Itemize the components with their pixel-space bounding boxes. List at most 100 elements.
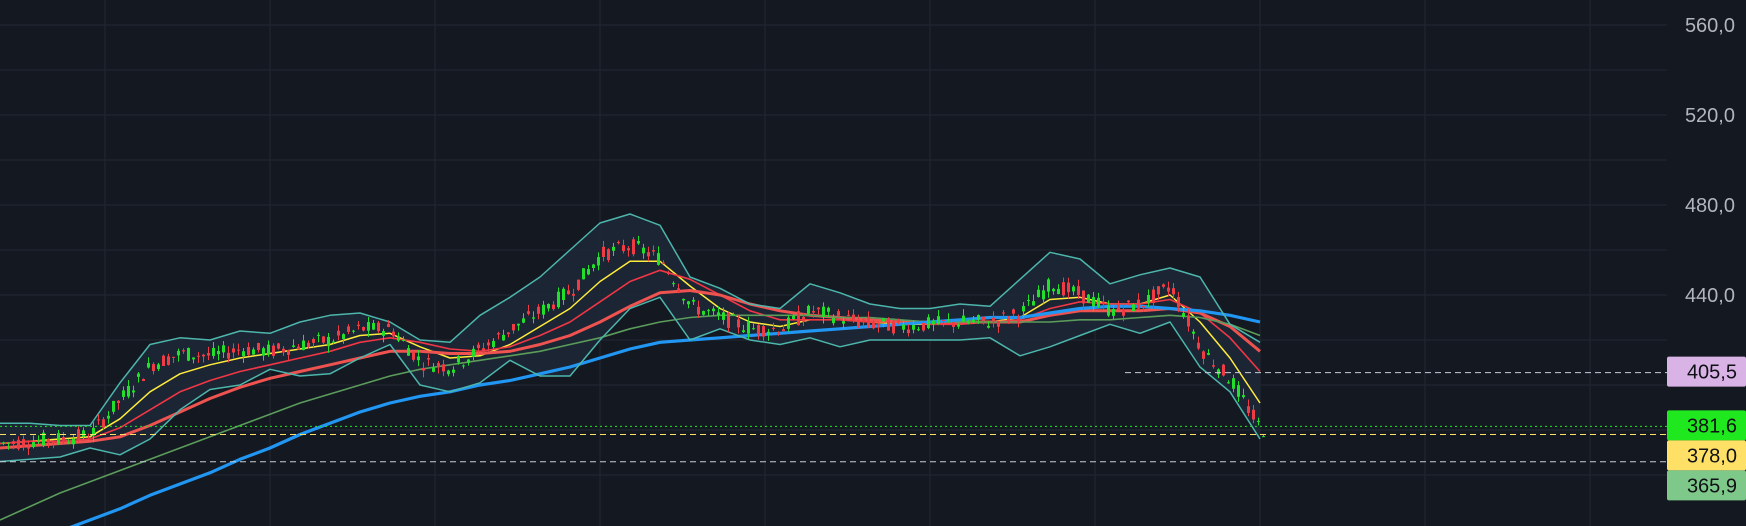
candle-body <box>917 329 920 331</box>
candle-body <box>1142 306 1145 308</box>
candle-body <box>142 378 145 382</box>
chart[interactable]: 560,0 520,0 480,0 440,0 405,5 381,6 378,0 365,… <box>0 0 1746 526</box>
candle-body <box>507 332 510 335</box>
candle-body <box>1112 309 1115 316</box>
candle-body <box>1212 365 1215 367</box>
candle-body <box>447 370 450 375</box>
candle-body <box>982 316 985 321</box>
candle-body <box>782 329 785 332</box>
candle-body <box>1127 300 1130 303</box>
candle-body <box>792 315 795 320</box>
candle-body <box>1147 294 1150 304</box>
candle-body <box>417 356 420 361</box>
candle-body <box>547 303 550 309</box>
candle-body <box>162 355 165 366</box>
candle-body <box>567 290 570 295</box>
candle-body <box>732 314 735 316</box>
candle-body <box>377 322 380 332</box>
candle-body <box>1032 301 1035 306</box>
candle-body <box>37 439 40 442</box>
candle-body <box>407 348 410 356</box>
candle-body <box>947 319 950 321</box>
candle-body <box>572 293 575 296</box>
candle-body <box>177 350 180 356</box>
candle-body <box>527 311 530 314</box>
candle-body <box>1002 312 1005 314</box>
candle-body <box>857 320 860 327</box>
candle-body <box>437 362 440 368</box>
candle-body <box>972 319 975 323</box>
candle-body <box>932 320 935 325</box>
candle-body <box>27 446 30 449</box>
candle-body <box>1042 290 1045 300</box>
candle-body <box>432 367 435 372</box>
candle-body <box>922 322 925 331</box>
candle-body <box>657 253 660 265</box>
candle-body <box>382 331 385 336</box>
candle-body <box>827 307 830 312</box>
candle-body <box>492 340 495 348</box>
candle-body <box>1157 286 1160 295</box>
candle-body <box>1082 290 1085 304</box>
candle-body <box>822 306 825 317</box>
candle-body <box>992 317 995 322</box>
candle-body <box>647 252 650 257</box>
candle-body <box>77 429 80 440</box>
candle-body <box>422 368 425 371</box>
candle-body <box>662 262 665 264</box>
candle-body <box>272 345 275 356</box>
candle-body <box>282 348 285 353</box>
candle-body <box>257 343 260 351</box>
candle-body <box>532 317 535 319</box>
candle-body <box>1262 436 1265 438</box>
candle-body <box>287 350 290 355</box>
candle-body <box>402 339 405 341</box>
candle-body <box>1152 289 1155 304</box>
candle-body <box>1242 395 1245 398</box>
candle-body <box>887 318 890 331</box>
y-axis[interactable]: 560,0 520,0 480,0 440,0 <box>1685 15 1735 307</box>
candle-body <box>1037 289 1040 298</box>
candle-body <box>1092 297 1095 307</box>
candle-body <box>752 328 755 330</box>
candle-body <box>252 349 255 355</box>
candle-body <box>687 301 690 305</box>
candle-body <box>217 350 220 355</box>
candle-body <box>967 321 970 324</box>
candle-body <box>157 364 160 369</box>
candle-body <box>952 322 955 327</box>
candle-body <box>247 347 250 355</box>
price-tags: 405,5 381,6 378,0 365,9 <box>1667 356 1746 501</box>
candle-body <box>892 321 895 334</box>
candle-body <box>872 322 875 329</box>
candle-body <box>322 336 325 343</box>
candle-body <box>487 342 490 346</box>
candle-body <box>97 419 100 421</box>
candle-body <box>187 348 190 361</box>
candle-body <box>57 433 60 444</box>
candle-body <box>852 314 855 321</box>
candle-body <box>902 324 905 330</box>
price-tag-label: 405,5 <box>1687 362 1737 384</box>
candle-body <box>837 311 840 316</box>
candle-body <box>762 326 765 337</box>
candle-body <box>1232 378 1235 389</box>
candle-body <box>697 306 700 315</box>
candle-body <box>612 246 615 251</box>
candle-body <box>717 312 720 316</box>
candle-body <box>467 359 470 363</box>
candle-body <box>512 324 515 331</box>
candle-body <box>1192 331 1195 334</box>
candle-body <box>482 348 485 352</box>
candle-body <box>1172 288 1175 295</box>
chart-plot[interactable]: 560,0 520,0 480,0 440,0 405,5 381,6 378,0 365,… <box>0 0 1746 526</box>
candle-body <box>937 316 940 325</box>
y-tick-label: 560,0 <box>1685 15 1735 37</box>
candle-body <box>1202 351 1205 359</box>
candle-body <box>502 334 505 341</box>
candle-body <box>832 318 835 324</box>
candle-body <box>332 341 335 343</box>
candle-body <box>1217 369 1220 375</box>
candle-body <box>1207 353 1210 355</box>
candle-body <box>2 442 5 444</box>
